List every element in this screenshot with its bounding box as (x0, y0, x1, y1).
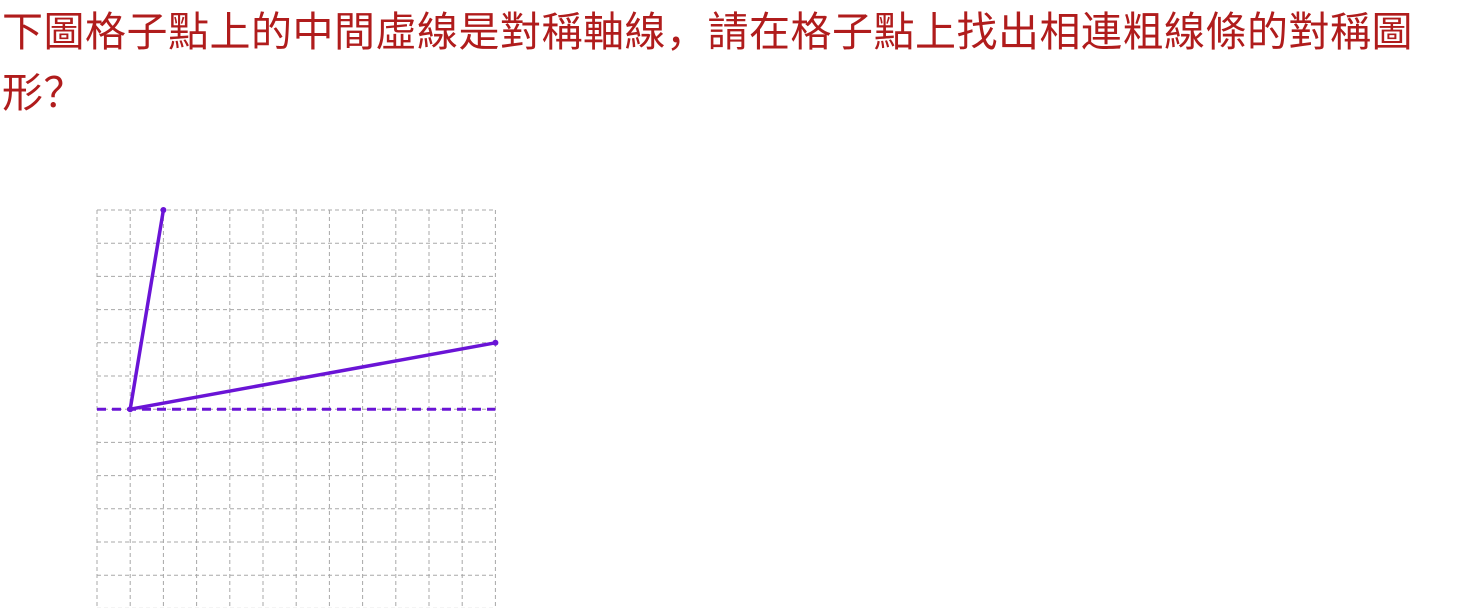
grid-vertex-point (127, 406, 134, 413)
grid-vertex-point (160, 207, 167, 213)
grid-vertex-point (492, 339, 499, 346)
symmetry-grid-figure (96, 207, 499, 608)
